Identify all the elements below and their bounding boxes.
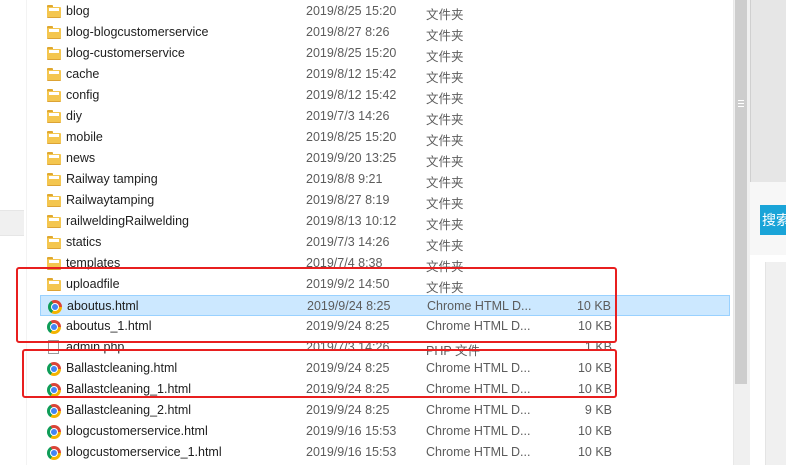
file-name: blog-blogcustomerservice: [66, 25, 209, 39]
folder-icon: [47, 236, 61, 249]
modified-date: 2019/8/13 10:12: [306, 214, 397, 228]
modified-date: 2019/7/3 14:26: [306, 109, 390, 123]
scrollbar-grip-icon: [738, 100, 744, 109]
background-window-header: [750, 0, 786, 182]
folder-icon: [47, 110, 61, 123]
file-type: 文件夹: [426, 92, 464, 106]
file-name: config: [66, 88, 100, 102]
file-name: blog-customerservice: [66, 46, 185, 60]
chrome-icon: [47, 425, 61, 439]
file-size: 10 KB: [577, 445, 612, 459]
folder-icon: [47, 131, 61, 144]
file-size: 10 KB: [577, 424, 612, 438]
modified-date: 2019/9/20 13:25: [306, 151, 397, 165]
search-button[interactable]: 搜索: [760, 205, 786, 235]
file-name: blogcustomerservice_1.html: [66, 445, 222, 459]
folder-icon: [47, 89, 61, 102]
navigation-pane-selected-item[interactable]: [0, 210, 24, 236]
file-type: 文件夹: [426, 113, 464, 127]
modified-date: 2019/8/25 15:20: [306, 46, 397, 60]
background-window-panel: [765, 262, 786, 465]
file-type: Chrome HTML D...: [426, 445, 531, 459]
modified-date: 2019/8/27 8:26: [306, 25, 390, 39]
folder-row[interactable]: blog-customerservice 2019/8/25 15:20 文件夹: [40, 43, 730, 64]
folder-row[interactable]: cache 2019/8/12 15:42 文件夹: [40, 64, 730, 85]
folder-icon: [47, 68, 61, 81]
file-type: 文件夹: [426, 71, 464, 85]
folder-row[interactable]: config 2019/8/12 15:42 文件夹: [40, 85, 730, 106]
highlight-box-aboutus: [16, 267, 617, 343]
file-name: Ballastcleaning_2.html: [66, 403, 192, 417]
folder-icon: [47, 173, 61, 186]
folder-row[interactable]: Railway tamping 2019/8/8 9:21 文件夹: [40, 169, 730, 190]
file-name: news: [66, 151, 96, 165]
folder-icon: [47, 215, 61, 228]
modified-date: 2019/8/12 15:42: [306, 67, 397, 81]
folder-icon: [47, 47, 61, 60]
file-name: railweldingRailwelding: [66, 214, 189, 228]
scrollbar-thumb[interactable]: [735, 0, 747, 384]
file-row[interactable]: Ballastcleaning_2.html 2019/9/24 8:25 Chro…: [40, 400, 730, 421]
file-type: 文件夹: [426, 134, 464, 148]
folder-row[interactable]: statics 2019/7/3 14:26 文件夹: [40, 232, 730, 253]
file-name: cache: [66, 67, 100, 81]
file-name: statics: [66, 235, 102, 249]
folder-icon: [47, 194, 61, 207]
file-name: diy: [66, 109, 82, 123]
file-type: Chrome HTML D...: [426, 424, 531, 438]
modified-date: 2019/9/24 8:25: [306, 403, 390, 417]
file-name: mobile: [66, 130, 103, 144]
folder-row[interactable]: diy 2019/7/3 14:26 文件夹: [40, 106, 730, 127]
file-type: 文件夹: [426, 8, 464, 22]
file-type: 文件夹: [426, 50, 464, 64]
folder-row[interactable]: blog-blogcustomerservice 2019/8/27 8:26 文件…: [40, 22, 730, 43]
folder-row[interactable]: railweldingRailwelding 2019/8/13 10:12 文件夹: [40, 211, 730, 232]
folder-row[interactable]: Railwaytamping 2019/8/27 8:19 文件夹: [40, 190, 730, 211]
file-size: 9 KB: [584, 403, 612, 417]
modified-date: 2019/9/16 15:53: [306, 445, 397, 459]
modified-date: 2019/8/8 9:21: [306, 172, 383, 186]
file-name: Railway tamping: [66, 172, 158, 186]
modified-date: 2019/7/3 14:26: [306, 235, 390, 249]
file-type: 文件夹: [426, 176, 464, 190]
folder-row[interactable]: news 2019/9/20 13:25 文件夹: [40, 148, 730, 169]
file-name: blog: [66, 4, 90, 18]
file-type: 文件夹: [426, 218, 464, 232]
highlight-box-ballastcleaning: [22, 349, 617, 398]
chrome-icon: [47, 446, 61, 460]
file-name: blogcustomerservice.html: [66, 424, 208, 438]
file-row[interactable]: blogcustomerservice_1.html 2019/9/16 15:5…: [40, 442, 730, 463]
file-type: 文件夹: [426, 155, 464, 169]
folder-icon: [47, 26, 61, 39]
folder-icon: [47, 152, 61, 165]
file-type: 文件夹: [426, 197, 464, 211]
chrome-icon: [47, 404, 61, 418]
modified-date: 2019/8/27 8:19: [306, 193, 390, 207]
modified-date: 2019/8/25 15:20: [306, 4, 397, 18]
modified-date: 2019/9/16 15:53: [306, 424, 397, 438]
folder-icon: [47, 5, 61, 18]
file-row[interactable]: blogcustomerservice.html 2019/9/16 15:53 C…: [40, 421, 730, 442]
folder-row[interactable]: blog 2019/8/25 15:20 文件夹: [40, 1, 730, 22]
file-type: Chrome HTML D...: [426, 403, 531, 417]
file-type: 文件夹: [426, 239, 464, 253]
file-type: 文件夹: [426, 29, 464, 43]
file-name: Railwaytamping: [66, 193, 155, 207]
modified-date: 2019/8/12 15:42: [306, 88, 397, 102]
modified-date: 2019/8/25 15:20: [306, 130, 397, 144]
folder-row[interactable]: mobile 2019/8/25 15:20 文件夹: [40, 127, 730, 148]
